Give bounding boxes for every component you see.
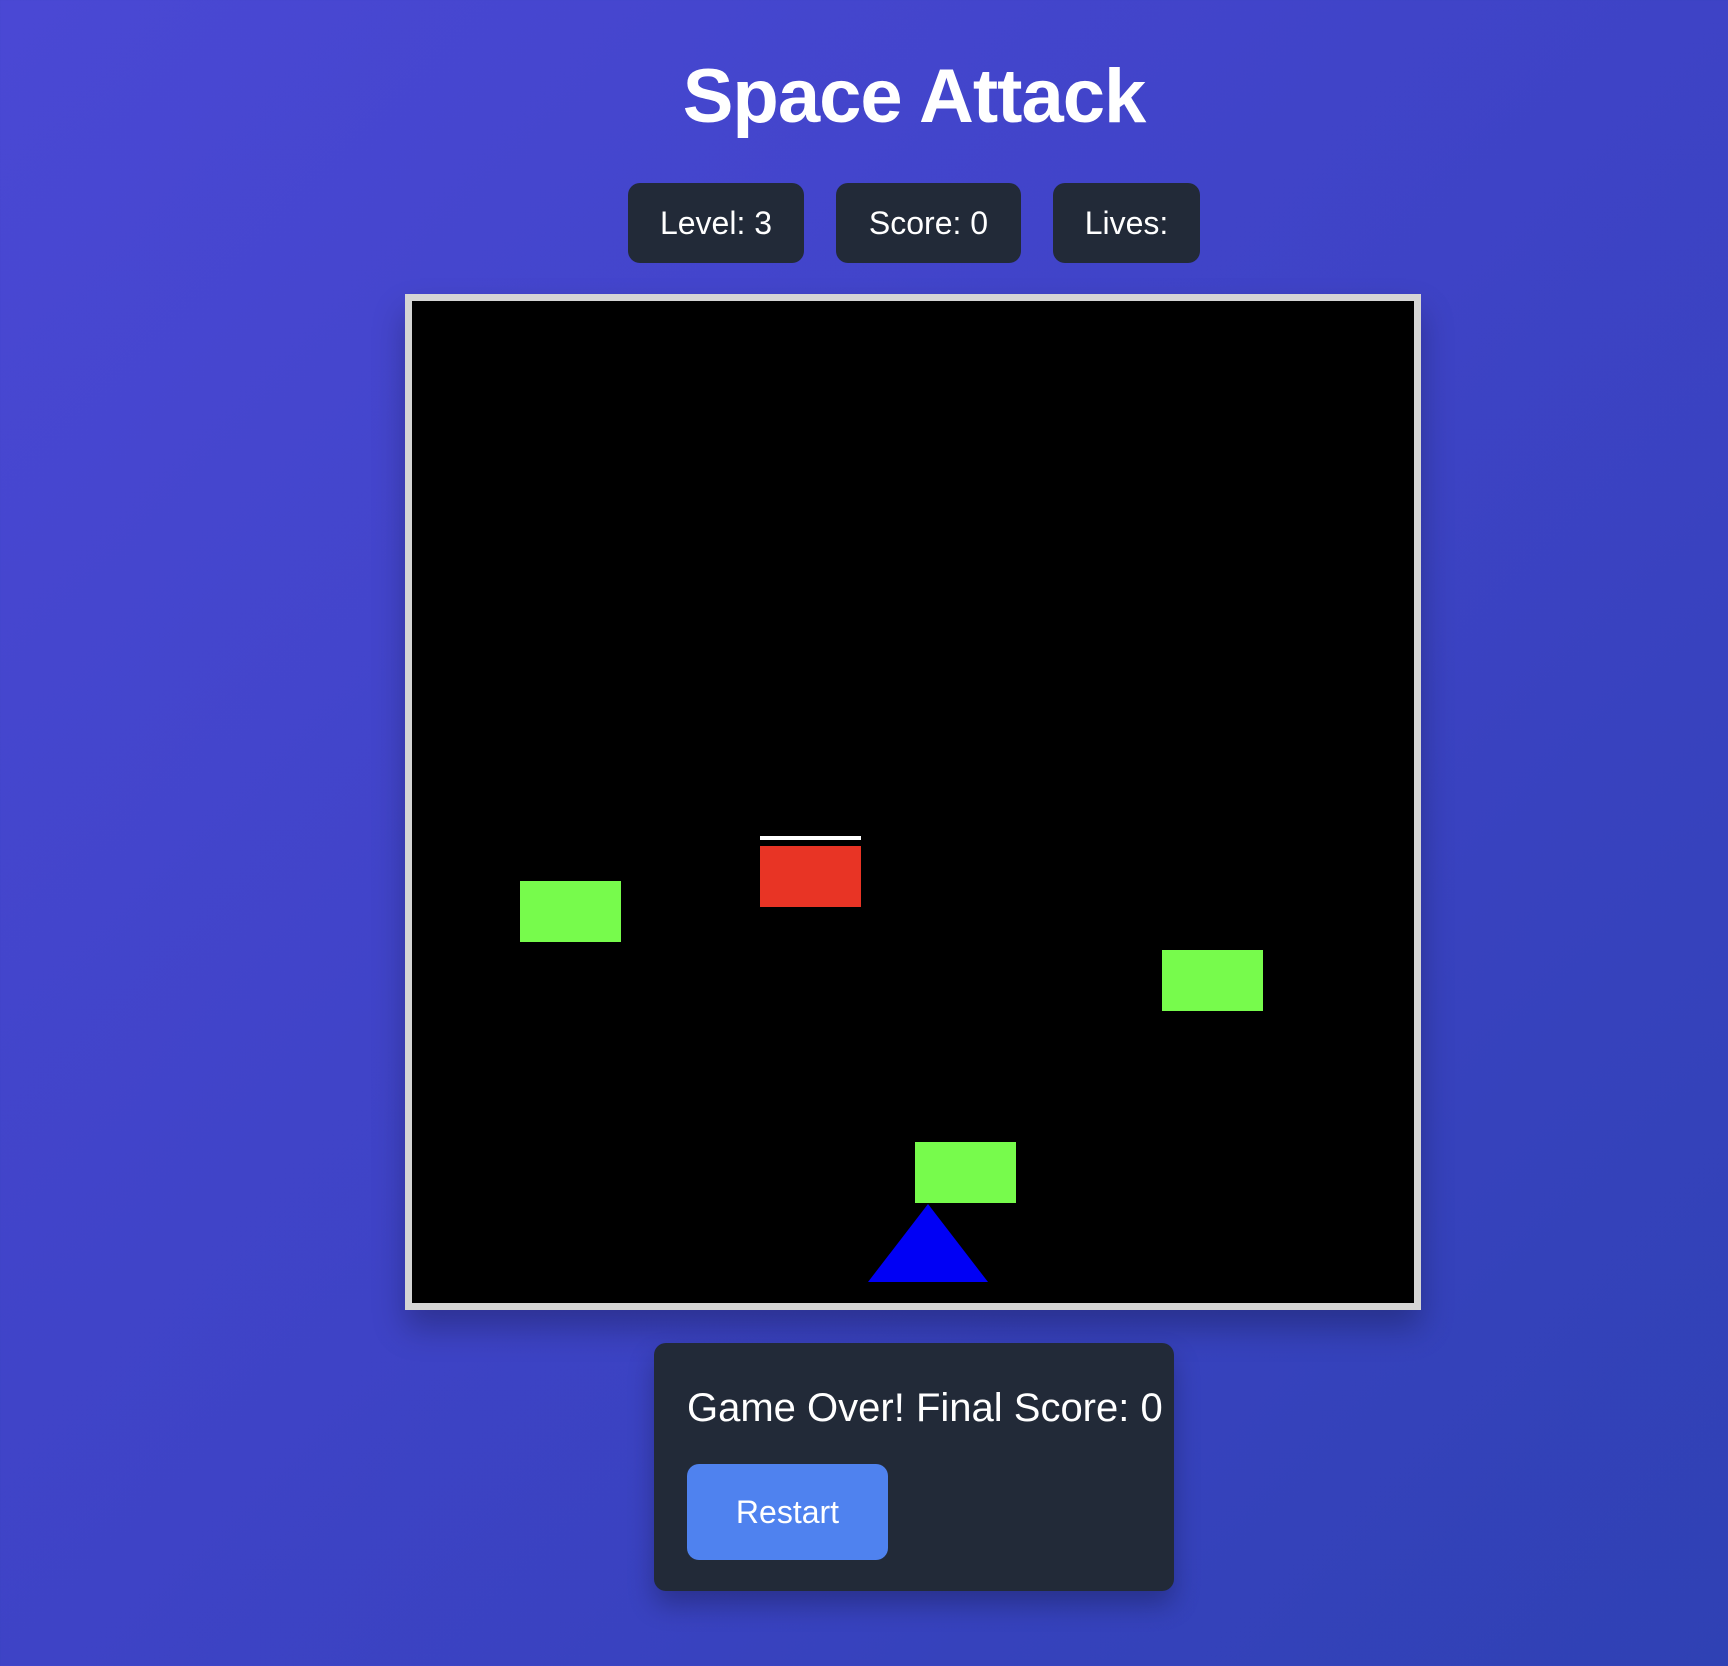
game-over-panel: Game Over! Final Score: 0 Restart: [654, 1343, 1174, 1591]
game-title: Space Attack: [682, 54, 1147, 139]
game-field: [412, 301, 1414, 1303]
restart-button[interactable]: Restart: [687, 1464, 888, 1560]
player-ship: [868, 1204, 988, 1282]
game-over-message: Game Over! Final Score: 0: [687, 1386, 1163, 1430]
enemy: [1162, 950, 1263, 1011]
enemy: [915, 1142, 1016, 1203]
level-display: Level: 3: [628, 183, 804, 263]
game-canvas[interactable]: [405, 294, 1421, 1310]
bullet: [760, 836, 861, 840]
enemy: [520, 881, 621, 942]
enemy-hit: [760, 846, 861, 907]
lives-display: Lives:: [1053, 183, 1200, 263]
score-display: Score: 0: [836, 183, 1021, 263]
